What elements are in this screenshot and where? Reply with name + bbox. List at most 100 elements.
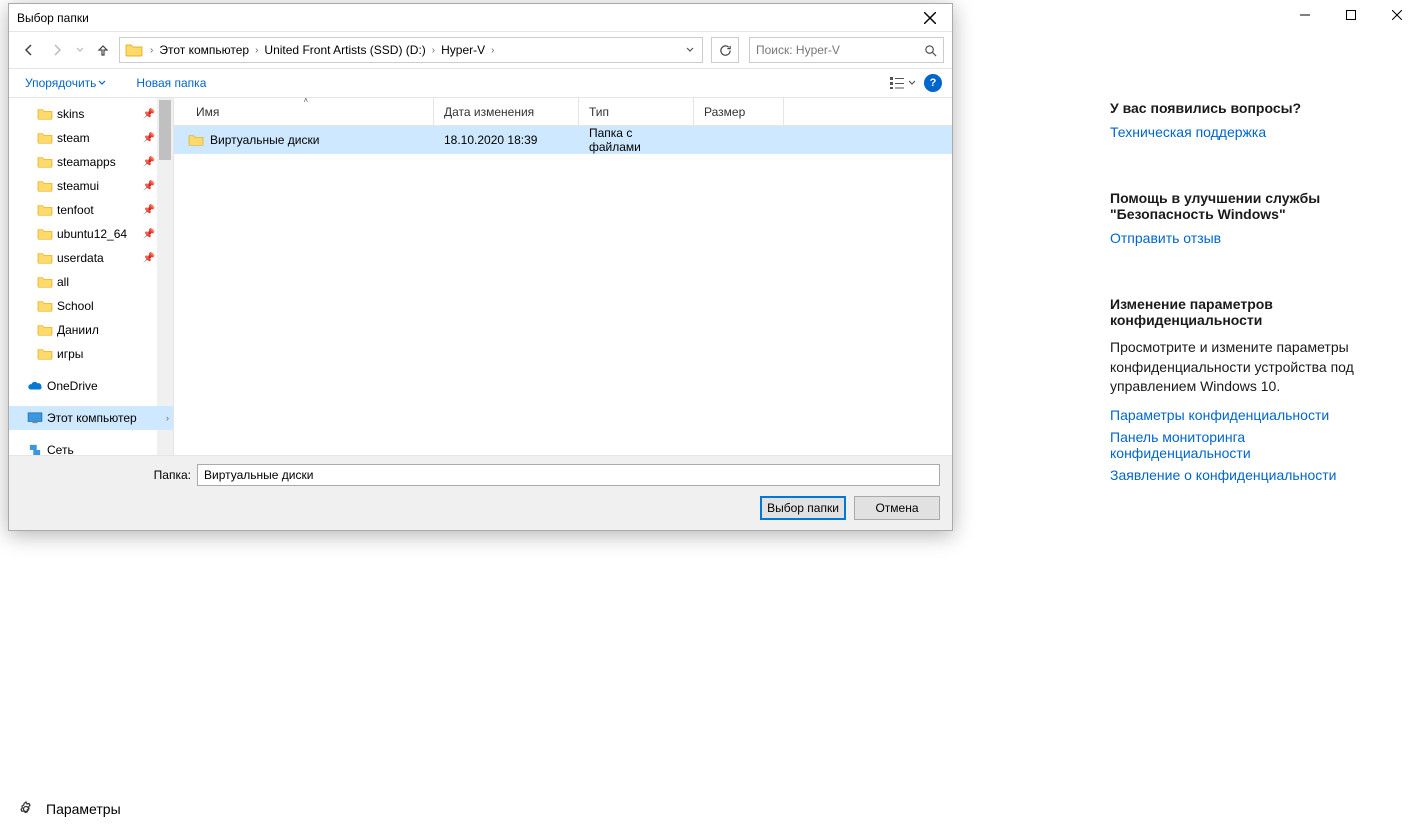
tree-item[interactable]: steamapps 📌 <box>9 150 173 174</box>
minimize-button[interactable] <box>1282 0 1328 30</box>
pin-icon: 📌 <box>143 157 155 168</box>
breadcrumb-this-pc[interactable]: Этот компьютер <box>157 43 251 57</box>
chevron-down-icon <box>98 79 106 87</box>
refresh-button[interactable] <box>711 37 739 63</box>
tree-item-label: игры <box>57 347 83 361</box>
file-date: 18.10.2020 18:39 <box>434 133 579 147</box>
chevron-right-icon[interactable]: › <box>251 45 262 56</box>
file-list-header: ˄Имя Дата изменения Тип Размер <box>174 98 952 126</box>
nav-up-button[interactable] <box>91 38 115 62</box>
folder-name-input[interactable] <box>197 464 940 486</box>
tree-item[interactable]: tenfoot 📌 <box>9 198 173 222</box>
pin-icon: 📌 <box>143 133 155 144</box>
tree-onedrive[interactable]: OneDrive <box>9 374 173 398</box>
tree-item[interactable]: School <box>9 294 173 318</box>
column-size[interactable]: Размер <box>694 98 784 125</box>
gear-icon[interactable] <box>18 801 34 817</box>
file-name: Виртуальные диски <box>210 133 319 147</box>
view-mode-button[interactable] <box>889 76 916 90</box>
chevron-right-icon[interactable]: › <box>487 45 498 56</box>
tree-item-label: tenfoot <box>57 203 94 217</box>
help-button[interactable]: ? <box>924 74 942 92</box>
tree-item-label: School <box>57 299 94 313</box>
organize-menu[interactable]: Упорядочить <box>19 76 112 90</box>
help-heading: Помощь в улучшении службы "Безопасность … <box>1110 190 1360 222</box>
list-view-icon <box>889 76 905 90</box>
network-icon <box>27 444 43 455</box>
dialog-titlebar: Выбор папки <box>9 4 952 32</box>
tree-item[interactable]: Даниил <box>9 318 173 342</box>
tree-item-label: steamui <box>57 179 99 193</box>
tree-item-label: Сеть <box>47 443 74 455</box>
tree-this-pc[interactable]: Этот компьютер › <box>9 406 173 430</box>
address-dropdown-icon[interactable] <box>680 43 700 57</box>
breadcrumb-drive[interactable]: United Front Artists (SSD) (D:) <box>262 43 427 57</box>
pin-icon: 📌 <box>143 109 155 120</box>
sort-indicator-icon: ˄ <box>304 98 309 105</box>
dialog-close-button[interactable] <box>907 4 952 32</box>
nav-back-button[interactable] <box>17 38 41 62</box>
feedback-link[interactable]: Отправить отзыв <box>1110 230 1360 246</box>
dialog-nav-bar: › Этот компьютер › United Front Artists … <box>9 32 952 68</box>
breadcrumb-folder[interactable]: Hyper-V <box>439 43 487 57</box>
pin-icon: 📌 <box>143 229 155 240</box>
search-box[interactable] <box>749 37 944 63</box>
right-info-panel: У вас появились вопросы? Техническая под… <box>1110 100 1360 489</box>
file-row[interactable]: Виртуальные диски 18.10.2020 18:39Папка с… <box>174 126 952 154</box>
questions-heading: У вас появились вопросы? <box>1110 100 1360 116</box>
privacy-heading: Изменение параметров конфиденциальности <box>1110 296 1360 328</box>
search-input[interactable] <box>756 43 924 57</box>
chevron-right-icon[interactable]: › <box>146 45 157 56</box>
settings-label[interactable]: Параметры <box>46 801 121 817</box>
new-folder-button[interactable]: Новая папка <box>130 76 212 90</box>
column-name[interactable]: ˄Имя <box>174 98 434 125</box>
chevron-down-icon <box>908 79 916 87</box>
tree-item-label: skins <box>57 107 84 121</box>
privacy-settings-link[interactable]: Параметры конфиденциальности <box>1110 407 1360 423</box>
tree-item-label: Этот компьютер <box>47 411 137 425</box>
pin-icon: 📌 <box>143 253 155 264</box>
chevron-right-icon[interactable]: › <box>428 45 439 56</box>
tree-item-label: steam <box>57 131 90 145</box>
tree-item[interactable]: ubuntu12_64📌 <box>9 222 173 246</box>
address-bar[interactable]: › Этот компьютер › United Front Artists … <box>119 37 703 63</box>
maximize-button[interactable] <box>1328 0 1374 30</box>
onedrive-icon <box>27 380 43 392</box>
app-footer: Параметры <box>0 784 320 834</box>
dialog-footer: Папка: Выбор папки Отмена <box>9 455 952 530</box>
tech-support-link[interactable]: Техническая поддержка <box>1110 124 1360 140</box>
nav-forward-button[interactable] <box>45 38 69 62</box>
privacy-statement-link[interactable]: Заявление о конфиденциальности <box>1110 467 1360 483</box>
dialog-title: Выбор папки <box>17 11 89 25</box>
dialog-toolbar: Упорядочить Новая папка ? <box>9 68 952 98</box>
tree-item[interactable]: all <box>9 270 173 294</box>
pin-icon: 📌 <box>143 181 155 192</box>
tree-item[interactable]: игры <box>9 342 173 366</box>
folder-icon <box>125 41 143 59</box>
tree-item[interactable]: userdata 📌 <box>9 246 173 270</box>
privacy-dashboard-link[interactable]: Панель мониторинга конфиденциальности <box>1110 429 1360 461</box>
folder-tree[interactable]: skins📌steam📌steamapps📌steamui📌tenfoot📌ub… <box>9 98 174 455</box>
tree-network[interactable]: Сеть <box>9 438 173 455</box>
tree-item-label: OneDrive <box>47 379 98 393</box>
chevron-right-icon[interactable]: › <box>166 413 169 423</box>
select-folder-button[interactable]: Выбор папки <box>760 496 846 520</box>
nav-recent-dropdown[interactable] <box>73 38 87 62</box>
file-list: ˄Имя Дата изменения Тип Размер Виртуальн… <box>174 98 952 455</box>
column-type[interactable]: Тип <box>579 98 694 125</box>
cancel-button[interactable]: Отмена <box>854 496 940 520</box>
pin-icon: 📌 <box>143 205 155 216</box>
column-date[interactable]: Дата изменения <box>434 98 579 125</box>
file-type: Папка с файлами <box>579 126 694 154</box>
pc-icon <box>27 412 43 424</box>
folder-picker-dialog: Выбор папки › Этот компьютер › United Fr… <box>8 3 953 531</box>
tree-item[interactable]: skins 📌 <box>9 102 173 126</box>
tree-item-label: Даниил <box>57 323 99 337</box>
tree-item-label: steamapps <box>57 155 116 169</box>
privacy-text: Просмотрите и измените параметры конфиде… <box>1110 338 1360 397</box>
tree-item[interactable]: steamui 📌 <box>9 174 173 198</box>
tree-item-label: userdata <box>57 251 104 265</box>
tree-item[interactable]: steam 📌 <box>9 126 173 150</box>
close-button[interactable] <box>1374 0 1420 30</box>
search-icon <box>924 44 937 57</box>
